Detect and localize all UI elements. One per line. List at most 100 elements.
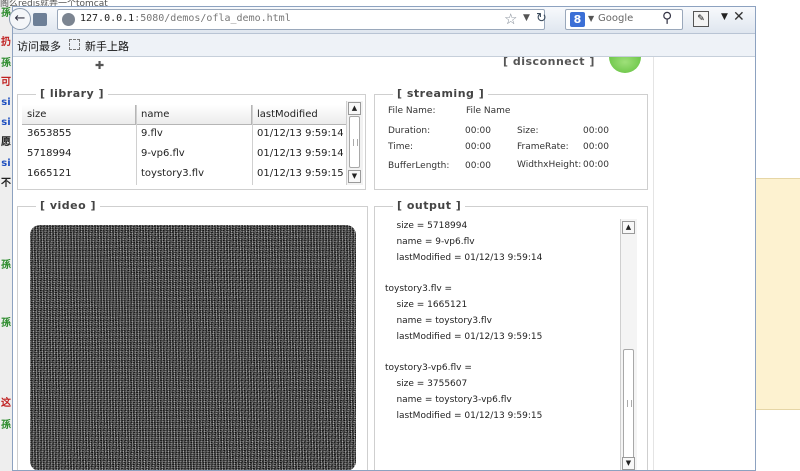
url-text[interactable]: 127.0.0.1:5080/demos/ofla_demo.html xyxy=(80,13,291,24)
cell-size: 1665121 xyxy=(27,168,72,179)
bookmark-most-visited[interactable]: 访问最多 xyxy=(17,38,61,54)
cell-name: 9-vp6.flv xyxy=(141,148,185,159)
background-glyph: si xyxy=(1,97,11,108)
menu-dropdown-icon[interactable]: ▼ xyxy=(721,12,728,22)
time-label: Time: xyxy=(388,142,414,152)
url-path: :5080/demos/ofla_demo.html xyxy=(134,13,291,24)
cell-size: 3653855 xyxy=(27,128,72,139)
url-history-dropdown-icon[interactable]: ▼ xyxy=(523,13,530,23)
duration-value: 00:00 xyxy=(465,126,491,136)
background-glyph: 孫 xyxy=(1,318,11,329)
addon-icon[interactable]: ✎ xyxy=(693,11,709,27)
search-placeholder: Google xyxy=(598,13,634,24)
video-title: [ video ] xyxy=(36,199,101,212)
background-glyph: si xyxy=(1,158,11,169)
background-glyph: 孫 xyxy=(1,420,11,431)
column-header-name[interactable]: name xyxy=(136,105,252,124)
duration-label: Duration: xyxy=(388,126,431,136)
bufferlength-value: 00:00 xyxy=(465,161,491,171)
streaming-panel: [ streaming ] File Name: File Name Durat… xyxy=(374,87,648,190)
search-box[interactable]: 8 ▼ Google ⚲ xyxy=(565,9,683,30)
bookmark-getting-started[interactable]: 新手上路 xyxy=(85,38,129,54)
magnifier-icon[interactable]: ⚲ xyxy=(662,10,672,26)
bookmark-folder-icon xyxy=(69,39,80,50)
output-line: toystory3-vp6.flv = xyxy=(385,363,472,374)
scroll-up-arrow-icon[interactable]: ▲ xyxy=(348,102,361,115)
background-glyph: 不 xyxy=(1,178,11,189)
file-name-label: File Name: xyxy=(388,106,436,116)
output-line: name = 9-vp6.flv xyxy=(385,236,475,247)
background-glyph: 这 xyxy=(1,398,11,409)
search-engine-dropdown-icon[interactable]: ▼ xyxy=(588,14,594,23)
url-host: 127.0.0.1 xyxy=(80,13,135,24)
output-line: name = toystory3.flv xyxy=(385,315,492,326)
library-scrollbar[interactable]: ▲ ▼ xyxy=(346,101,363,185)
scroll-thumb[interactable] xyxy=(349,116,360,168)
background-glyph: 扔 xyxy=(1,37,11,48)
column-header-lastmodified[interactable]: lastModified xyxy=(252,105,350,124)
streaming-title: [ streaming ] xyxy=(393,87,489,100)
background-notice-panel xyxy=(756,178,800,410)
output-scrollbar[interactable]: ▲ ▼ xyxy=(620,219,637,470)
cell-lastmodified: 01/12/13 9:59:14 xyxy=(257,148,344,159)
background-glyph: 可 xyxy=(1,77,11,88)
framerate-value: 00:00 xyxy=(583,142,609,152)
scroll-down-arrow-icon[interactable]: ▼ xyxy=(348,170,361,183)
grip-icon xyxy=(353,139,358,146)
page-content: ✚ [ disconnect ] [ library ] size name l… xyxy=(13,57,755,470)
video-static-noise xyxy=(30,225,356,470)
bookmarks-toolbar: 访问最多 新手上路 xyxy=(13,34,755,57)
address-bar[interactable]: 127.0.0.1:5080/demos/ofla_demo.html ☆ ▼ … xyxy=(57,9,547,30)
scroll-up-arrow-icon[interactable]: ▲ xyxy=(622,221,635,234)
output-panel: [ output ] size = 5718994 name = 9-vp6.f… xyxy=(374,199,648,470)
browser-window: ← 127.0.0.1:5080/demos/ofla_demo.html ☆ … xyxy=(9,6,756,471)
cell-name: toystory3.flv xyxy=(141,168,204,179)
arrow-icon: ✚ xyxy=(95,59,105,72)
widthheight-value: 00:00 xyxy=(583,160,609,170)
widthheight-label: WidthxHeight: xyxy=(517,160,582,170)
output-title: [ output ] xyxy=(393,199,466,212)
output-line: size = 5718994 xyxy=(385,221,468,231)
connection-status-indicator xyxy=(609,57,641,73)
disconnect-button[interactable]: [ disconnect ] xyxy=(503,57,595,68)
output-line: lastModified = 01/12/13 9:59:15 xyxy=(385,410,543,421)
size-label: Size: xyxy=(517,126,539,136)
framerate-label: FrameRate: xyxy=(517,142,569,152)
background-glyph: 孫 xyxy=(1,260,11,271)
cell-lastmodified: 01/12/13 9:59:15 xyxy=(257,168,344,179)
output-line: lastModified = 01/12/13 9:59:15 xyxy=(385,331,543,342)
output-line: lastModified = 01/12/13 9:59:14 xyxy=(385,252,543,263)
library-panel: [ library ] size name lastModified 36538… xyxy=(17,87,366,190)
bookmark-star-icon[interactable]: ☆ xyxy=(504,10,517,28)
output-line: toystory3.flv = xyxy=(385,284,453,295)
cell-size: 5718994 xyxy=(27,148,72,159)
cell-lastmodified: 01/12/13 9:59:14 xyxy=(257,128,344,139)
scroll-thumb[interactable] xyxy=(623,349,634,459)
table-row[interactable]: 3653855 9.flv 01/12/13 9:59:14 xyxy=(22,124,350,144)
tab-groups-icon[interactable] xyxy=(33,13,47,26)
background-glyph: 孫 xyxy=(1,58,11,69)
output-line: size = 1665121 xyxy=(385,300,468,310)
back-arrow-icon: ← xyxy=(14,11,26,26)
reload-icon[interactable]: ↻ xyxy=(536,11,547,26)
close-icon[interactable]: ✕ xyxy=(733,9,745,25)
background-glyph: 愿 xyxy=(1,137,11,148)
time-value: 00:00 xyxy=(465,142,491,152)
scroll-down-arrow-icon[interactable]: ▼ xyxy=(622,457,635,470)
column-header-size[interactable]: size xyxy=(22,105,136,124)
bufferlength-label: BufferLength: xyxy=(388,161,450,171)
video-panel: [ video ] xyxy=(17,199,368,470)
navigation-toolbar: ← 127.0.0.1:5080/demos/ofla_demo.html ☆ … xyxy=(9,7,755,34)
grip-icon xyxy=(627,400,632,407)
table-row[interactable]: 5718994 9-vp6.flv 01/12/13 9:59:14 xyxy=(22,144,350,164)
table-row[interactable]: 1665121 toystory3.flv 01/12/13 9:59:15 xyxy=(22,164,350,184)
file-name-value: File Name xyxy=(466,106,511,116)
cell-name: 9.flv xyxy=(141,128,163,139)
globe-icon xyxy=(62,13,75,26)
library-table-header: size name lastModified xyxy=(22,105,350,125)
library-title: [ library ] xyxy=(36,87,109,100)
search-engine-icon[interactable]: 8 xyxy=(570,12,585,27)
video-player[interactable] xyxy=(30,225,356,470)
back-button[interactable]: ← xyxy=(9,8,31,30)
output-line: name = toystory3-vp6.flv xyxy=(385,394,512,405)
